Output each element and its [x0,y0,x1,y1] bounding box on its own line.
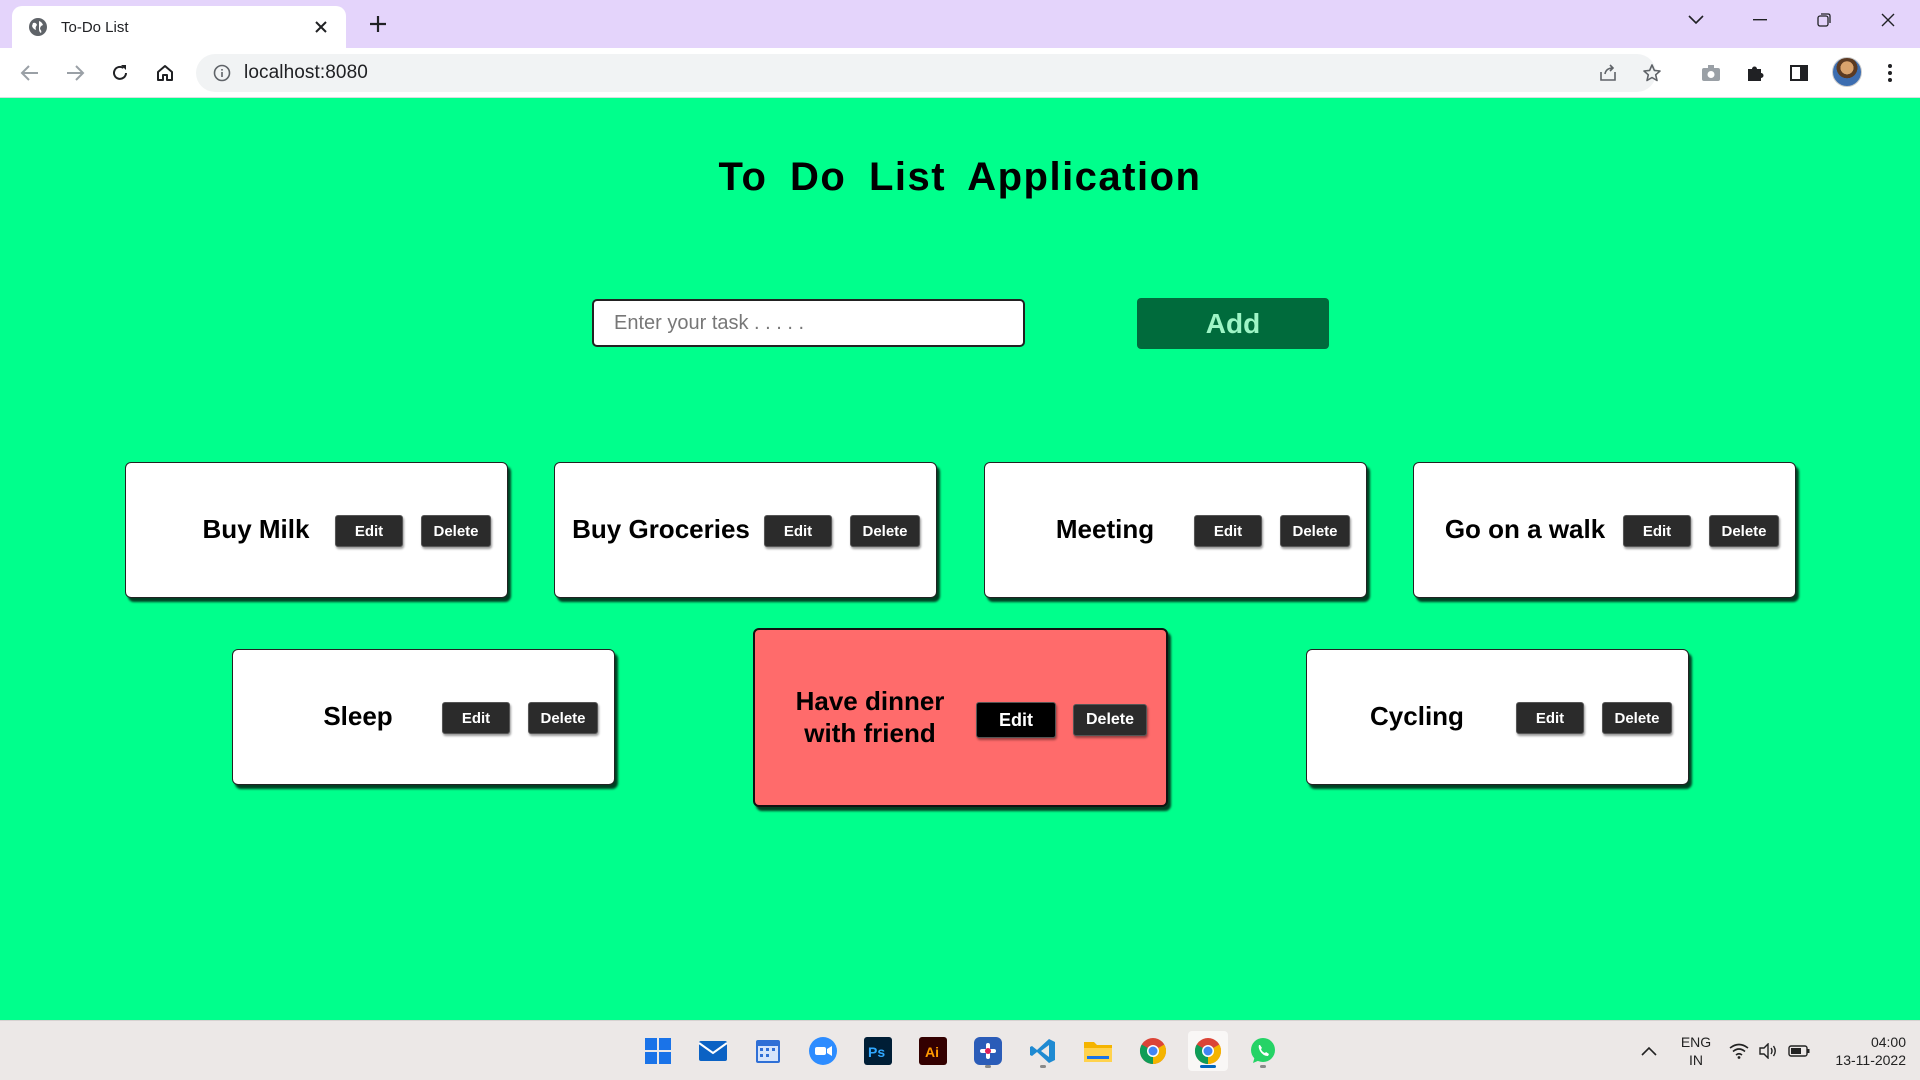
restore-icon[interactable] [1804,6,1844,34]
file-explorer-icon[interactable] [1078,1031,1118,1071]
close-window-icon[interactable] [1868,6,1908,34]
camera-extension-icon[interactable] [1695,57,1727,89]
task-card: Cycling Edit Delete [1306,649,1689,785]
chrome-icon[interactable] [1188,1031,1228,1071]
clock-date: 13-11-2022 [1835,1052,1906,1068]
language-indicator[interactable]: ENG IN [1676,1033,1716,1069]
task-input[interactable] [592,299,1025,347]
wifi-icon[interactable] [1727,1021,1751,1080]
edit-button[interactable]: Edit [442,702,510,734]
task-card-highlighted: Have dinner with friend Edit Delete [753,628,1168,807]
task-card: Go on a walk Edit Delete [1413,462,1796,598]
language-primary: ENG [1680,1034,1712,1050]
running-indicator [1260,1065,1266,1068]
edit-button[interactable]: Edit [1516,702,1584,734]
delete-button[interactable]: Delete [1073,704,1147,736]
task-card: Buy Milk Edit Delete [125,462,508,598]
task-label: Sleep [323,701,393,732]
clock-time: 04:00 [1870,1034,1906,1050]
address-bar[interactable]: localhost:8080 [196,54,1661,92]
svg-text:Ps: Ps [868,1044,885,1060]
edit-button[interactable]: Edit [764,515,832,547]
back-icon[interactable] [14,57,46,89]
slack-icon[interactable] [968,1031,1008,1071]
edit-button[interactable]: Edit [976,702,1056,738]
task-label: Meeting [1055,514,1155,545]
system-clock[interactable]: 04:00 13-11-2022 [1820,1033,1906,1069]
profile-avatar[interactable] [1832,57,1862,87]
edit-button[interactable]: Edit [1623,515,1691,547]
minimize-icon[interactable] [1740,6,1780,34]
task-label: Cycling [1370,701,1464,732]
taskbar: Ps Ai ENG IN 04:00 13-11-2022 [0,1020,1920,1080]
reload-icon[interactable] [104,57,136,89]
active-indicator [1200,1065,1216,1068]
edit-button[interactable]: Edit [335,515,403,547]
battery-icon[interactable] [1786,1021,1812,1080]
url-text: localhost:8080 [244,62,368,83]
tab-title: To-Do List [61,18,129,36]
add-button[interactable]: Add [1137,298,1329,349]
extensions-puzzle-icon[interactable] [1739,57,1771,89]
menu-kebab-icon[interactable] [1874,57,1906,89]
chrome-icon[interactable] [1133,1031,1173,1071]
page-title: To Do List Application [718,155,1202,199]
tab-strip: To-Do List [0,0,1920,48]
vscode-icon[interactable] [1023,1031,1063,1071]
delete-button[interactable]: Delete [1602,702,1672,734]
task-label: Buy Groceries [572,514,750,545]
delete-button[interactable]: Delete [421,515,491,547]
task-label: Buy Milk [202,514,310,545]
photoshop-icon[interactable]: Ps [858,1031,898,1071]
edit-button[interactable]: Edit [1194,515,1262,547]
side-panel-icon[interactable] [1783,57,1815,89]
new-tab-icon[interactable] [364,10,392,38]
task-label: Have dinner with friend [795,686,945,748]
volume-icon[interactable] [1756,1021,1780,1080]
browser-tab[interactable]: To-Do List [12,6,346,48]
windows-start-icon[interactable] [638,1031,678,1071]
calendar-icon[interactable] [748,1031,788,1071]
forward-icon[interactable] [59,57,91,89]
close-tab-icon[interactable] [310,16,332,38]
task-card: Meeting Edit Delete [984,462,1367,598]
svg-text:Ai: Ai [925,1044,939,1060]
site-info-icon[interactable] [212,63,232,83]
task-label: Go on a walk [1444,514,1606,545]
browser-toolbar: localhost:8080 [0,48,1920,98]
share-icon[interactable] [1592,57,1624,89]
illustrator-icon[interactable]: Ai [913,1031,953,1071]
zoom-icon[interactable] [803,1031,843,1071]
globe-icon [28,17,48,37]
task-card: Sleep Edit Delete [232,649,615,785]
delete-button[interactable]: Delete [1709,515,1779,547]
running-indicator [985,1065,991,1068]
language-secondary: IN [1689,1052,1703,1068]
delete-button[interactable]: Delete [528,702,598,734]
tab-search-icon[interactable] [1676,6,1716,34]
whatsapp-icon[interactable] [1243,1031,1283,1071]
task-card: Buy Groceries Edit Delete [554,462,937,598]
delete-button[interactable]: Delete [850,515,920,547]
running-indicator [1040,1065,1046,1068]
chevron-up-icon[interactable] [1636,1021,1662,1080]
delete-button[interactable]: Delete [1280,515,1350,547]
mail-icon[interactable] [693,1031,733,1071]
home-icon[interactable] [149,57,181,89]
bookmark-star-icon[interactable] [1636,57,1668,89]
